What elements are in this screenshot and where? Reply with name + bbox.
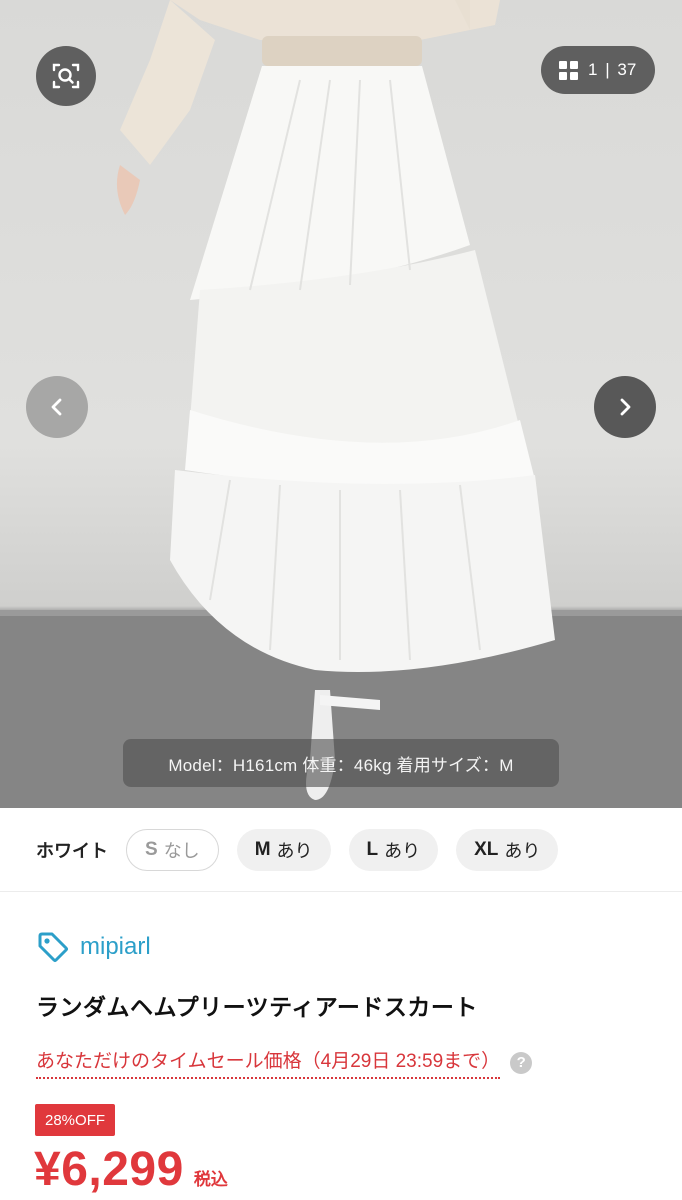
grid-icon xyxy=(559,60,578,80)
size-chip-xl[interactable]: XL あり xyxy=(456,828,559,871)
price-row: ¥6,299 税込 xyxy=(34,1142,228,1197)
time-sale-row: あなただけのタイムセール価格（4月29日 23:59まで） ? xyxy=(36,1046,533,1079)
previous-image-button[interactable] xyxy=(26,376,88,438)
model-info-caption: Model：H161cm 体重：46kg 着用サイズ：M xyxy=(123,739,559,787)
size-label: S xyxy=(145,838,158,860)
size-label: M xyxy=(254,838,271,860)
stock-label: あり xyxy=(384,840,421,861)
chevron-right-icon xyxy=(620,398,631,416)
color-label: ホワイト xyxy=(36,840,108,861)
image-counter-current: 1 xyxy=(588,60,598,79)
time-sale-text: あなただけのタイムセール価格（4月29日 23:59まで） xyxy=(36,1046,501,1079)
size-chip-l[interactable]: L あり xyxy=(348,828,439,871)
product-photo xyxy=(0,0,682,808)
image-counter-button[interactable]: 1 | 37 xyxy=(541,46,655,94)
size-selector-row: ホワイト S なし M あり L あり XL あり xyxy=(0,808,682,892)
image-counter-separator: | xyxy=(605,60,610,79)
size-label: L xyxy=(366,838,379,860)
next-image-button[interactable] xyxy=(594,376,656,438)
image-counter-total: 37 xyxy=(617,60,637,79)
size-label: XL xyxy=(474,838,499,860)
stock-label: あり xyxy=(276,840,313,861)
size-chip-s[interactable]: S なし xyxy=(126,828,219,871)
tax-label: 税込 xyxy=(193,1170,228,1189)
image-search-button[interactable] xyxy=(36,46,96,106)
product-title: ランダムヘムプリーツティアードスカート xyxy=(36,994,478,1020)
stock-label: なし xyxy=(163,840,200,861)
tag-icon xyxy=(38,932,68,962)
search-zoom-icon xyxy=(52,63,80,89)
brand-name: mipiarl xyxy=(80,933,151,960)
product-image-gallery[interactable]: 1 | 37 Model：H161cm 体重：46kg 着用サイズ：M xyxy=(0,0,682,808)
discount-badge: 28%OFF xyxy=(35,1104,116,1136)
size-chip-m[interactable]: M あり xyxy=(236,828,331,871)
chevron-left-icon xyxy=(51,398,62,416)
price: ¥6,299 xyxy=(34,1143,184,1196)
stock-label: あり xyxy=(504,840,541,861)
brand-link[interactable]: mipiarl xyxy=(36,930,151,964)
product-info: mipiarl ランダムヘムプリーツティアードスカート あなただけのタイムセール… xyxy=(0,892,682,1200)
help-icon[interactable]: ? xyxy=(510,1051,533,1074)
